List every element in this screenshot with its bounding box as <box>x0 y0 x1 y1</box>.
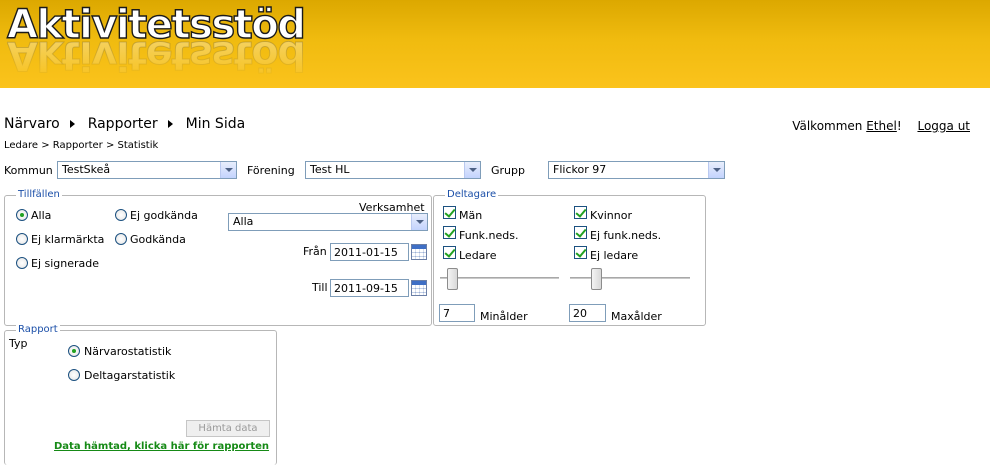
rapport-legend: Rapport <box>16 324 60 335</box>
typ-label: Typ <box>9 337 28 350</box>
radio-deltagarstatistik[interactable] <box>68 369 80 381</box>
checkbox-ej-funk-neds[interactable] <box>574 226 587 239</box>
radio-ej-signerade-label: Ej signerade <box>31 257 100 270</box>
checkbox-man[interactable] <box>443 206 456 219</box>
nav-arrow-icon <box>167 120 173 128</box>
fetch-data-button[interactable]: Hämta data <box>186 420 270 437</box>
nav-item-rapporter[interactable]: Rapporter <box>88 116 158 132</box>
checkbox-kvinnor[interactable] <box>574 206 587 219</box>
radio-deltagarstatistik-label: Deltagarstatistik <box>84 369 176 382</box>
breadcrumb: Ledare > Rapporter > Statistik <box>4 140 159 151</box>
nav-arrow-icon <box>69 120 75 128</box>
checkbox-man-label: Män <box>459 209 483 222</box>
radio-ej-godkanda[interactable] <box>115 209 127 221</box>
welcome-area: Välkommen Ethel! Logga ut <box>792 119 970 133</box>
radio-narvarostatistik-label: Närvarostatistik <box>84 345 172 358</box>
radio-ej-godkanda-label: Ej godkända <box>130 209 198 222</box>
header-banner: Aktivitetsstöd Aktivitetsstöd <box>0 0 990 88</box>
nav-item-min-sida[interactable]: Min Sida <box>186 116 246 132</box>
till-date-input[interactable]: 2011-09-15 <box>330 279 409 297</box>
grupp-label: Grupp <box>491 164 525 177</box>
user-link[interactable]: Ethel <box>866 119 897 133</box>
tillfallen-legend: Tillfällen <box>16 189 62 200</box>
kommun-label: Kommun <box>4 164 53 177</box>
radio-narvarostatistik[interactable] <box>68 345 80 357</box>
fran-label: Från <box>303 245 327 258</box>
min-age-input[interactable]: 7 <box>439 304 475 322</box>
calendar-icon[interactable] <box>411 244 427 260</box>
checkbox-ej-ledare-label: Ej ledare <box>590 249 639 262</box>
welcome-suffix: ! <box>896 119 902 133</box>
forening-select-value: Test HL <box>310 163 350 176</box>
forening-select[interactable]: Test HL <box>305 161 481 179</box>
radio-alla-label: Alla <box>31 209 52 222</box>
checkbox-ledare[interactable] <box>443 246 456 259</box>
app-title-reflection: Aktivitetsstöd <box>7 32 305 79</box>
calendar-icon[interactable] <box>411 280 427 296</box>
till-label: Till <box>312 281 328 294</box>
chevron-down-icon <box>708 162 724 178</box>
checkbox-ledare-label: Ledare <box>459 249 497 262</box>
welcome-prefix: Välkommen <box>792 119 867 133</box>
max-age-slider-handle[interactable] <box>591 268 602 290</box>
checkbox-ej-ledare[interactable] <box>574 246 587 259</box>
deltagare-legend: Deltagare <box>445 189 499 200</box>
fran-date-input[interactable]: 2011-01-15 <box>330 243 409 261</box>
max-age-label: Maxålder <box>611 310 662 323</box>
radio-godkanda[interactable] <box>115 233 127 245</box>
checkbox-funk-neds[interactable] <box>443 226 456 239</box>
radio-ej-klarmarkta[interactable] <box>16 233 28 245</box>
chevron-down-icon <box>220 162 236 178</box>
min-age-slider-handle[interactable] <box>447 268 458 290</box>
logout-link[interactable]: Logga ut <box>917 119 970 133</box>
chevron-down-icon <box>411 214 427 230</box>
radio-godkanda-label: Godkända <box>130 233 186 246</box>
grupp-select-value: Flickor 97 <box>553 163 607 176</box>
kommun-select-value: TestSkeå <box>62 163 111 176</box>
kommun-select[interactable]: TestSkeå <box>57 161 237 179</box>
checkbox-ej-funk-neds-label: Ej funk.neds. <box>590 229 662 242</box>
checkbox-funk-neds-label: Funk.neds. <box>459 229 519 242</box>
verksamhet-select[interactable]: Alla <box>228 213 428 231</box>
nav-item-narvaro[interactable]: Närvaro <box>4 116 60 132</box>
min-age-label: Minålder <box>480 310 528 323</box>
app-logo: Aktivitetsstöd Aktivitetsstöd <box>6 0 306 88</box>
main-nav: Närvaro Rapporter Min Sida <box>4 116 245 132</box>
radio-ej-klarmarkta-label: Ej klarmärkta <box>31 233 105 246</box>
forening-label: Förening <box>247 164 295 177</box>
max-age-input[interactable]: 20 <box>569 304 606 322</box>
max-age-slider-track[interactable] <box>570 277 690 279</box>
verksamhet-select-value: Alla <box>233 215 254 228</box>
checkbox-kvinnor-label: Kvinnor <box>590 209 632 222</box>
radio-ej-signerade[interactable] <box>16 257 28 269</box>
report-result-link[interactable]: Data hämtad, klicka här för rapporten <box>54 441 269 452</box>
grupp-select[interactable]: Flickor 97 <box>548 161 725 179</box>
chevron-down-icon <box>464 162 480 178</box>
radio-alla[interactable] <box>16 209 28 221</box>
